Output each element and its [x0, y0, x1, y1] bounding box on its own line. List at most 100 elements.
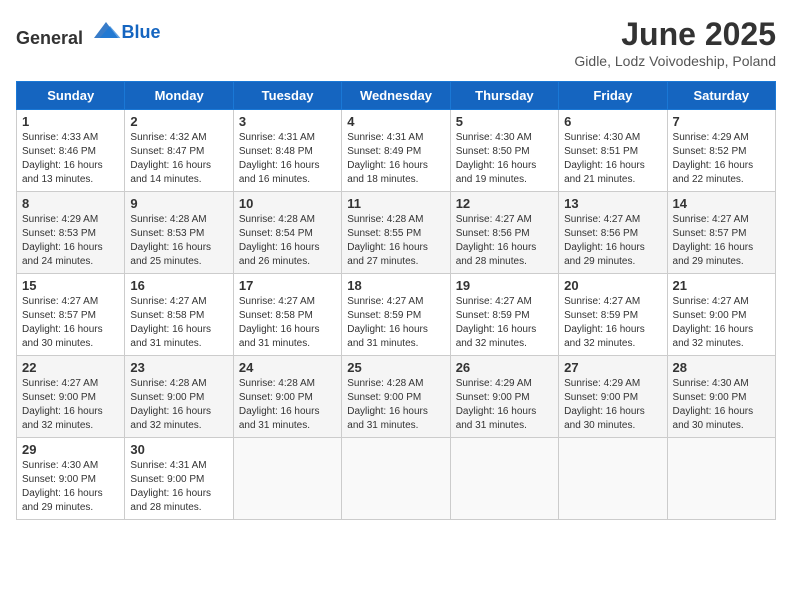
logo-icon [90, 16, 122, 44]
calendar-cell: 1 Sunrise: 4:33 AMSunset: 8:46 PMDayligh… [17, 110, 125, 192]
day-number: 24 [239, 360, 336, 375]
calendar-cell: 29 Sunrise: 4:30 AMSunset: 9:00 PMDaylig… [17, 438, 125, 520]
day-info: Sunrise: 4:29 AMSunset: 9:00 PMDaylight:… [564, 378, 645, 431]
weekday-header-tuesday: Tuesday [233, 82, 341, 110]
calendar-cell: 13 Sunrise: 4:27 AMSunset: 8:56 PMDaylig… [559, 192, 667, 274]
day-info: Sunrise: 4:30 AMSunset: 8:50 PMDaylight:… [456, 132, 537, 185]
calendar-cell: 26 Sunrise: 4:29 AMSunset: 9:00 PMDaylig… [450, 356, 558, 438]
day-info: Sunrise: 4:33 AMSunset: 8:46 PMDaylight:… [22, 132, 103, 185]
day-number: 4 [347, 114, 444, 129]
day-info: Sunrise: 4:28 AMSunset: 9:00 PMDaylight:… [130, 378, 211, 431]
day-info: Sunrise: 4:27 AMSunset: 9:00 PMDaylight:… [673, 296, 754, 349]
calendar-cell: 5 Sunrise: 4:30 AMSunset: 8:50 PMDayligh… [450, 110, 558, 192]
day-info: Sunrise: 4:27 AMSunset: 8:57 PMDaylight:… [22, 296, 103, 349]
calendar-cell [233, 438, 341, 520]
calendar-cell: 19 Sunrise: 4:27 AMSunset: 8:59 PMDaylig… [450, 274, 558, 356]
day-number: 23 [130, 360, 227, 375]
day-number: 17 [239, 278, 336, 293]
calendar-cell: 2 Sunrise: 4:32 AMSunset: 8:47 PMDayligh… [125, 110, 233, 192]
day-number: 1 [22, 114, 119, 129]
day-info: Sunrise: 4:28 AMSunset: 8:55 PMDaylight:… [347, 214, 428, 267]
day-number: 15 [22, 278, 119, 293]
calendar-cell: 30 Sunrise: 4:31 AMSunset: 9:00 PMDaylig… [125, 438, 233, 520]
day-number: 7 [673, 114, 770, 129]
calendar-cell: 11 Sunrise: 4:28 AMSunset: 8:55 PMDaylig… [342, 192, 450, 274]
day-number: 28 [673, 360, 770, 375]
day-number: 6 [564, 114, 661, 129]
day-info: Sunrise: 4:28 AMSunset: 9:00 PMDaylight:… [347, 378, 428, 431]
day-number: 8 [22, 196, 119, 211]
day-number: 2 [130, 114, 227, 129]
calendar-cell: 20 Sunrise: 4:27 AMSunset: 8:59 PMDaylig… [559, 274, 667, 356]
day-info: Sunrise: 4:29 AMSunset: 9:00 PMDaylight:… [456, 378, 537, 431]
calendar-week-row: 8 Sunrise: 4:29 AMSunset: 8:53 PMDayligh… [17, 192, 776, 274]
day-info: Sunrise: 4:28 AMSunset: 8:53 PMDaylight:… [130, 214, 211, 267]
day-info: Sunrise: 4:27 AMSunset: 8:56 PMDaylight:… [564, 214, 645, 267]
day-number: 12 [456, 196, 553, 211]
calendar-cell [450, 438, 558, 520]
weekday-header-monday: Monday [125, 82, 233, 110]
location-title: Gidle, Lodz Voivodeship, Poland [574, 53, 776, 69]
weekday-header-wednesday: Wednesday [342, 82, 450, 110]
calendar-cell: 17 Sunrise: 4:27 AMSunset: 8:58 PMDaylig… [233, 274, 341, 356]
calendar-week-row: 1 Sunrise: 4:33 AMSunset: 8:46 PMDayligh… [17, 110, 776, 192]
day-number: 18 [347, 278, 444, 293]
day-info: Sunrise: 4:30 AMSunset: 9:00 PMDaylight:… [22, 460, 103, 513]
logo-text-blue: Blue [122, 22, 161, 43]
calendar-cell: 24 Sunrise: 4:28 AMSunset: 9:00 PMDaylig… [233, 356, 341, 438]
calendar-cell: 15 Sunrise: 4:27 AMSunset: 8:57 PMDaylig… [17, 274, 125, 356]
day-number: 19 [456, 278, 553, 293]
day-info: Sunrise: 4:32 AMSunset: 8:47 PMDaylight:… [130, 132, 211, 185]
day-number: 29 [22, 442, 119, 457]
calendar-cell: 25 Sunrise: 4:28 AMSunset: 9:00 PMDaylig… [342, 356, 450, 438]
weekday-header-sunday: Sunday [17, 82, 125, 110]
day-number: 9 [130, 196, 227, 211]
title-area: June 2025 Gidle, Lodz Voivodeship, Polan… [574, 16, 776, 69]
month-title: June 2025 [574, 16, 776, 53]
calendar-table: SundayMondayTuesdayWednesdayThursdayFrid… [16, 81, 776, 520]
weekday-header-thursday: Thursday [450, 82, 558, 110]
day-number: 26 [456, 360, 553, 375]
calendar-week-row: 22 Sunrise: 4:27 AMSunset: 9:00 PMDaylig… [17, 356, 776, 438]
day-info: Sunrise: 4:27 AMSunset: 8:57 PMDaylight:… [673, 214, 754, 267]
day-number: 30 [130, 442, 227, 457]
calendar-cell [559, 438, 667, 520]
calendar-cell: 7 Sunrise: 4:29 AMSunset: 8:52 PMDayligh… [667, 110, 775, 192]
calendar-header-row: SundayMondayTuesdayWednesdayThursdayFrid… [17, 82, 776, 110]
day-info: Sunrise: 4:27 AMSunset: 8:59 PMDaylight:… [456, 296, 537, 349]
calendar-cell: 16 Sunrise: 4:27 AMSunset: 8:58 PMDaylig… [125, 274, 233, 356]
day-info: Sunrise: 4:27 AMSunset: 8:58 PMDaylight:… [130, 296, 211, 349]
calendar-week-row: 15 Sunrise: 4:27 AMSunset: 8:57 PMDaylig… [17, 274, 776, 356]
day-info: Sunrise: 4:30 AMSunset: 8:51 PMDaylight:… [564, 132, 645, 185]
day-number: 27 [564, 360, 661, 375]
day-number: 16 [130, 278, 227, 293]
calendar-cell: 23 Sunrise: 4:28 AMSunset: 9:00 PMDaylig… [125, 356, 233, 438]
calendar-cell: 10 Sunrise: 4:28 AMSunset: 8:54 PMDaylig… [233, 192, 341, 274]
day-info: Sunrise: 4:29 AMSunset: 8:53 PMDaylight:… [22, 214, 103, 267]
day-info: Sunrise: 4:29 AMSunset: 8:52 PMDaylight:… [673, 132, 754, 185]
day-info: Sunrise: 4:30 AMSunset: 9:00 PMDaylight:… [673, 378, 754, 431]
day-info: Sunrise: 4:27 AMSunset: 9:00 PMDaylight:… [22, 378, 103, 431]
calendar-cell: 14 Sunrise: 4:27 AMSunset: 8:57 PMDaylig… [667, 192, 775, 274]
calendar-week-row: 29 Sunrise: 4:30 AMSunset: 9:00 PMDaylig… [17, 438, 776, 520]
calendar-cell: 6 Sunrise: 4:30 AMSunset: 8:51 PMDayligh… [559, 110, 667, 192]
day-info: Sunrise: 4:31 AMSunset: 8:49 PMDaylight:… [347, 132, 428, 185]
day-info: Sunrise: 4:27 AMSunset: 8:59 PMDaylight:… [564, 296, 645, 349]
calendar-cell: 18 Sunrise: 4:27 AMSunset: 8:59 PMDaylig… [342, 274, 450, 356]
calendar-cell: 4 Sunrise: 4:31 AMSunset: 8:49 PMDayligh… [342, 110, 450, 192]
day-info: Sunrise: 4:27 AMSunset: 8:59 PMDaylight:… [347, 296, 428, 349]
day-number: 5 [456, 114, 553, 129]
calendar-cell: 21 Sunrise: 4:27 AMSunset: 9:00 PMDaylig… [667, 274, 775, 356]
day-info: Sunrise: 4:31 AMSunset: 8:48 PMDaylight:… [239, 132, 320, 185]
day-info: Sunrise: 4:28 AMSunset: 8:54 PMDaylight:… [239, 214, 320, 267]
weekday-header-saturday: Saturday [667, 82, 775, 110]
logo-text-general: General [16, 28, 83, 48]
day-number: 22 [22, 360, 119, 375]
day-number: 11 [347, 196, 444, 211]
day-number: 3 [239, 114, 336, 129]
calendar-cell: 12 Sunrise: 4:27 AMSunset: 8:56 PMDaylig… [450, 192, 558, 274]
weekday-header-friday: Friday [559, 82, 667, 110]
day-info: Sunrise: 4:31 AMSunset: 9:00 PMDaylight:… [130, 460, 211, 513]
day-number: 21 [673, 278, 770, 293]
calendar-cell: 8 Sunrise: 4:29 AMSunset: 8:53 PMDayligh… [17, 192, 125, 274]
